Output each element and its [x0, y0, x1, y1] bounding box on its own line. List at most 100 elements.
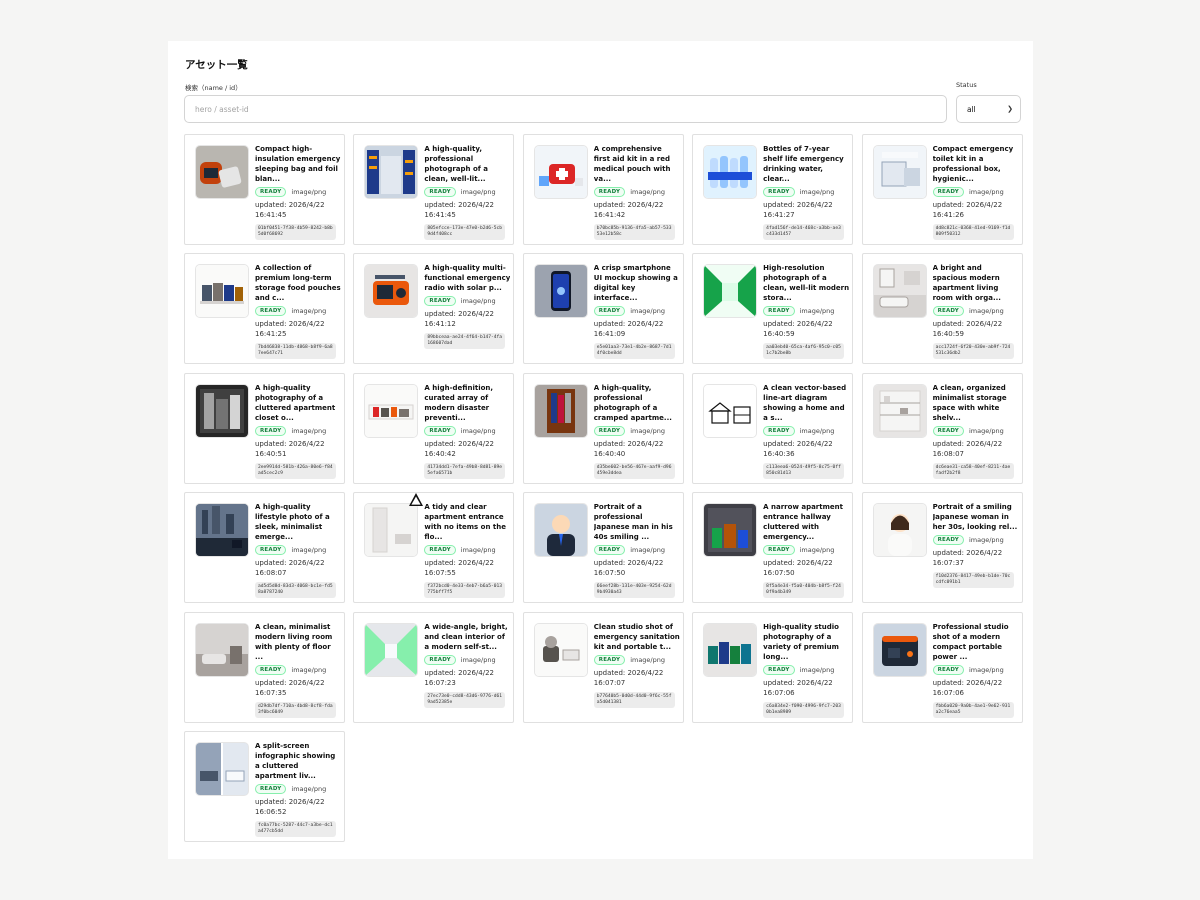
asset-card[interactable]: A narrow apartment entrance hallway clut…	[692, 492, 854, 604]
asset-id: 27ec73e0-cdd8-43d6-9776-d619ad52385e	[424, 691, 506, 708]
asset-card[interactable]: High-quality studio photography of a var…	[692, 611, 854, 723]
updated-timestamp: updated: 2026/4/22 16:41:45	[424, 201, 494, 219]
asset-thumbnail	[195, 145, 249, 199]
asset-thumbnail	[872, 503, 927, 558]
asset-thumbnail	[533, 383, 588, 438]
asset-card[interactable]: A high-quality, professional photograph …	[353, 134, 515, 245]
asset-meta: READY image/png	[932, 187, 1019, 197]
asset-info: High-quality studio photography of a var…	[763, 622, 849, 718]
updated-timestamp: updated: 2026/4/22 16:07:06	[932, 678, 1003, 697]
asset-card[interactable]: A crisp smartphone UI mockup showing a d…	[522, 253, 684, 365]
asset-id: 66eef28b-131e-403e-9254-62d9b4930a43	[593, 582, 675, 599]
asset-meta: READY image/png	[255, 306, 341, 317]
mime-type: image/png	[291, 784, 327, 793]
asset-title: A high-quality, professional photograph …	[593, 383, 672, 422]
asset-thumbnail	[195, 503, 249, 558]
asset-info: A high-quality photography of a cluttere…	[255, 383, 341, 479]
asset-meta: READY image/png	[255, 783, 341, 794]
asset-info: A high-quality multi-functional emergenc…	[424, 263, 511, 350]
asset-card[interactable]: A high-quality lifestyle photo of a slee…	[184, 492, 345, 604]
asset-thumbnail	[195, 622, 249, 677]
mime-type: image/png	[460, 426, 496, 435]
asset-title: Compact emergency toilet kit in a profes…	[932, 145, 1014, 183]
asset-card[interactable]: A wide-angle, bright, and clean interior…	[353, 611, 515, 723]
asset-card[interactable]: A bright and spacious modern apartment l…	[861, 253, 1023, 365]
asset-card[interactable]: A clean, organized minimalist storage sp…	[861, 372, 1023, 484]
asset-info: A narrow apartment entrance hallway clut…	[763, 502, 849, 599]
status-badge: READY	[255, 425, 287, 436]
asset-card[interactable]: A comprehensive first aid kit in a red m…	[522, 134, 684, 245]
asset-title: A high-quality multi-functional emergenc…	[424, 264, 511, 293]
status-badge: READY	[932, 187, 964, 197]
mime-type: image/png	[968, 188, 1004, 196]
updated-timestamp: updated: 2026/4/22 16:40:42	[424, 439, 494, 458]
asset-list-panel: アセット一覧 検索（name / id） Status all ❯ Compac…	[168, 41, 1033, 859]
warning-icon	[408, 492, 424, 512]
asset-title: A high-definition, curated array of mode…	[424, 383, 494, 422]
status-badge: READY	[255, 545, 287, 556]
asset-card[interactable]: Clean studio shot of emergency sanitatio…	[522, 611, 684, 723]
asset-info: Clean studio shot of emergency sanitatio…	[593, 622, 680, 708]
asset-info: Bottles of 7-year shelf life emergency d…	[763, 144, 849, 240]
asset-card[interactable]: A high-quality photography of a cluttere…	[184, 372, 345, 484]
asset-id: 41734dd1-7efa-49b8-8d81-89e5efa6571b	[424, 462, 506, 479]
asset-info: A collection of premium long-term storag…	[255, 263, 341, 360]
asset-card[interactable]: Portrait of a professional Japanese man …	[522, 492, 684, 604]
asset-card[interactable]: A clean, minimalist modern living room w…	[184, 611, 345, 723]
asset-thumbnail	[364, 264, 419, 319]
mime-type: image/png	[968, 426, 1004, 435]
asset-meta: READY image/png	[763, 425, 849, 436]
asset-card[interactable]: A high-quality, professional photograph …	[522, 372, 684, 484]
asset-meta: READY image/png	[424, 545, 510, 556]
asset-card[interactable]: A split-screen infographic showing a clu…	[184, 730, 345, 842]
asset-title: A clean vector-based line-art diagram sh…	[763, 383, 847, 422]
updated-timestamp: updated: 2026/4/22 16:07:07	[593, 668, 664, 687]
status-badge: READY	[255, 187, 287, 197]
asset-card[interactable]: A tidy and clear apartment entrance with…	[353, 492, 515, 604]
asset-meta: READY image/png	[424, 425, 510, 436]
search-label: 検索（name / id）	[185, 84, 242, 92]
asset-thumbnail	[195, 264, 249, 319]
asset-title: A high-quality, professional photograph …	[424, 145, 488, 183]
asset-thumbnail	[364, 383, 419, 438]
asset-grid: Compact high-insulation emergency sleepi…	[184, 134, 1023, 842]
asset-card[interactable]: A high-quality multi-functional emergenc…	[353, 253, 515, 365]
updated-timestamp: updated: 2026/4/22 16:41:27	[763, 201, 833, 219]
asset-card[interactable]: Portrait of a smiling Japanese woman in …	[861, 492, 1023, 604]
asset-meta: READY image/png	[424, 654, 510, 665]
updated-timestamp: updated: 2026/4/22 16:40:59	[763, 320, 833, 339]
mime-type: image/png	[799, 188, 835, 196]
asset-thumbnail	[703, 622, 758, 677]
mime-type: image/png	[291, 546, 327, 555]
status-select[interactable]: all ❯	[956, 95, 1021, 123]
status-badge: READY	[593, 654, 626, 665]
asset-id: dc6eae31-ca58-40ef-8211-4aefadf2b2f8	[932, 462, 1014, 479]
asset-card[interactable]: Compact high-insulation emergency sleepi…	[184, 134, 345, 245]
updated-timestamp: updated: 2026/4/22 16:40:59	[932, 320, 1003, 339]
asset-card[interactable]: A collection of premium long-term storag…	[184, 253, 345, 365]
asset-meta: READY image/png	[593, 654, 680, 665]
asset-title: A comprehensive first aid kit in a red m…	[593, 145, 671, 183]
status-badge: READY	[424, 187, 456, 197]
asset-card[interactable]: Compact emergency toilet kit in a profes…	[861, 134, 1023, 245]
asset-card[interactable]: Bottles of 7-year shelf life emergency d…	[692, 134, 854, 245]
updated-timestamp: updated: 2026/4/22 16:08:07	[932, 439, 1003, 458]
asset-card[interactable]: A high-definition, curated array of mode…	[353, 372, 515, 484]
asset-thumbnail	[364, 622, 419, 677]
asset-card[interactable]: Professional studio shot of a modern com…	[861, 611, 1023, 723]
updated-timestamp: updated: 2026/4/22 16:07:06	[763, 678, 833, 697]
asset-thumbnail	[703, 264, 758, 319]
asset-id: ad5d5d8d-83d3-4068-bc1e-fd58a8787240	[255, 582, 336, 599]
asset-info: High-resolution photograph of a clean, w…	[763, 263, 849, 360]
updated-timestamp: updated: 2026/4/22 16:41:12	[424, 310, 494, 329]
status-badge: READY	[763, 664, 795, 675]
asset-card[interactable]: High-resolution photograph of a clean, w…	[692, 253, 854, 365]
asset-info: A wide-angle, bright, and clean interior…	[424, 622, 510, 708]
asset-meta: READY image/png	[593, 425, 680, 436]
mime-type: image/png	[291, 307, 327, 316]
asset-card[interactable]: A clean vector-based line-art diagram sh…	[692, 372, 854, 484]
updated-timestamp: updated: 2026/4/22 16:41:09	[593, 320, 664, 339]
search-input[interactable]	[184, 95, 947, 123]
mime-type: image/png	[460, 188, 496, 196]
asset-thumbnail	[533, 264, 588, 319]
